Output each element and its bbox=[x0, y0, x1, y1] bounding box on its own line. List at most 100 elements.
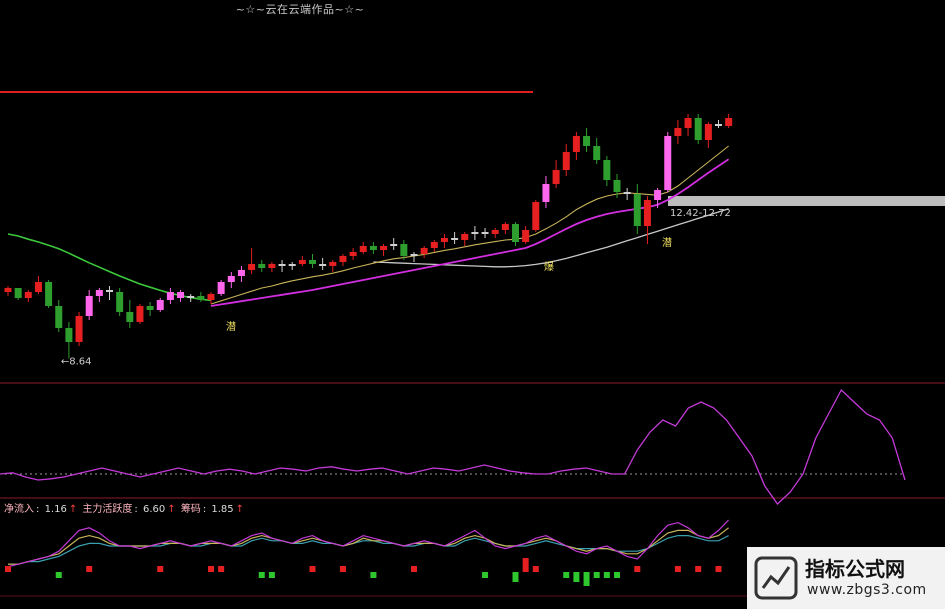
candle-body bbox=[664, 136, 672, 190]
candle-body bbox=[623, 192, 631, 194]
candle-body bbox=[156, 300, 164, 310]
candle-body bbox=[369, 246, 377, 250]
flow-bar bbox=[563, 572, 570, 578]
flow-bar bbox=[573, 572, 580, 582]
candle-body bbox=[309, 260, 316, 264]
low-price-label: ←8.64 bbox=[61, 356, 92, 367]
candle-body bbox=[4, 288, 12, 292]
watermark-name: 指标公式网 bbox=[805, 557, 905, 581]
candle-body bbox=[633, 194, 641, 226]
candle-body bbox=[501, 224, 509, 230]
watermark-url: www.zbgs3.com bbox=[807, 582, 927, 598]
candle-body bbox=[654, 190, 662, 200]
candle-body bbox=[248, 264, 256, 270]
candle-body bbox=[674, 128, 682, 136]
indicator-label-chips: 筹码 bbox=[180, 504, 201, 515]
candle-body bbox=[166, 292, 174, 300]
flow-bar bbox=[522, 558, 529, 572]
flow-purple-line bbox=[7, 519, 730, 568]
candle-body bbox=[481, 232, 489, 234]
candle-body bbox=[146, 306, 154, 310]
candle-body bbox=[380, 246, 388, 250]
candle-body bbox=[116, 292, 124, 312]
signal-label: 潜 bbox=[662, 236, 672, 249]
flow-bar bbox=[695, 566, 702, 572]
watermark-logo-icon bbox=[754, 556, 798, 600]
candle-body bbox=[227, 276, 235, 282]
signal-label: 潜 bbox=[226, 320, 236, 333]
candle-body bbox=[451, 238, 459, 240]
flow-bar bbox=[309, 566, 316, 572]
indicator-legend: 净流入: 1.16 ↑ 主力活跃度: 6.60 ↑ 筹码: 1.85 ↑ bbox=[4, 504, 245, 515]
flow-bar bbox=[208, 566, 214, 572]
indicator-value-inflow: 1.16 bbox=[44, 504, 67, 515]
candle-body bbox=[522, 230, 530, 242]
candle-body bbox=[359, 246, 367, 252]
candle-body bbox=[461, 234, 469, 240]
candle-body bbox=[552, 170, 560, 184]
candle-body bbox=[400, 244, 408, 256]
candle-body bbox=[95, 290, 103, 296]
candle-body bbox=[715, 124, 722, 126]
candle-body bbox=[349, 252, 357, 256]
flow-bar bbox=[268, 572, 275, 578]
signal-label: 爆 bbox=[544, 261, 554, 273]
candle-body bbox=[268, 264, 276, 268]
watermark: 指标公式网 www.zbgs3.com bbox=[747, 547, 945, 609]
indicator-label-activity: 主力活跃度 bbox=[82, 504, 133, 515]
candle-body bbox=[278, 264, 286, 266]
indicator-value-activity: 6.60 bbox=[142, 504, 166, 515]
flow-bar bbox=[583, 572, 590, 586]
arrow-up-icon: ↑ bbox=[235, 504, 245, 515]
candle-body bbox=[45, 282, 53, 306]
flow-bar bbox=[157, 566, 164, 572]
oscillator-line bbox=[0, 388, 906, 505]
flow-bar bbox=[593, 572, 600, 578]
candle-body bbox=[512, 224, 519, 242]
candle-body bbox=[572, 136, 580, 152]
candle-body bbox=[106, 290, 113, 292]
candle-body bbox=[562, 152, 570, 170]
flow-bar bbox=[258, 572, 265, 578]
candle-body bbox=[542, 184, 550, 202]
ma-purple-line bbox=[210, 158, 730, 307]
candle-body bbox=[684, 118, 692, 128]
candle-body bbox=[85, 296, 93, 316]
flow-bar bbox=[5, 566, 11, 572]
flow-bar bbox=[674, 566, 681, 572]
candle-body bbox=[65, 328, 73, 342]
band-price-label: 12.42-12.72 bbox=[670, 208, 731, 219]
candle-body bbox=[593, 146, 601, 160]
candle-body bbox=[390, 244, 398, 246]
candle-body bbox=[410, 254, 418, 256]
candle-body bbox=[136, 306, 144, 322]
candle-body bbox=[420, 248, 428, 254]
candle-body bbox=[24, 292, 32, 298]
candle-body bbox=[430, 242, 438, 248]
candle-body bbox=[329, 262, 337, 266]
candle-body bbox=[75, 316, 83, 342]
candle-body bbox=[339, 256, 347, 262]
flow-bar bbox=[339, 566, 346, 572]
flow-bar bbox=[614, 572, 620, 578]
arrow-up-icon: ↑ bbox=[167, 504, 176, 515]
candle-body bbox=[613, 180, 621, 192]
flow-bar bbox=[512, 572, 519, 582]
arrow-up-icon: ↑ bbox=[68, 504, 78, 515]
candle-body bbox=[217, 282, 225, 294]
candle-body bbox=[288, 264, 296, 266]
candle-body bbox=[298, 260, 306, 264]
flow-bar bbox=[482, 572, 489, 578]
flow-bar bbox=[55, 572, 62, 578]
candle-body bbox=[14, 288, 22, 298]
flow-bar bbox=[370, 572, 377, 578]
candle-body bbox=[126, 312, 134, 322]
candle-body bbox=[694, 118, 702, 140]
candle-body bbox=[491, 230, 499, 234]
candle-body bbox=[34, 282, 42, 292]
candle-body bbox=[704, 124, 712, 140]
price-band bbox=[668, 196, 945, 206]
flow-bar bbox=[634, 566, 641, 572]
flow-bar bbox=[411, 566, 417, 572]
candle-body bbox=[319, 264, 327, 266]
